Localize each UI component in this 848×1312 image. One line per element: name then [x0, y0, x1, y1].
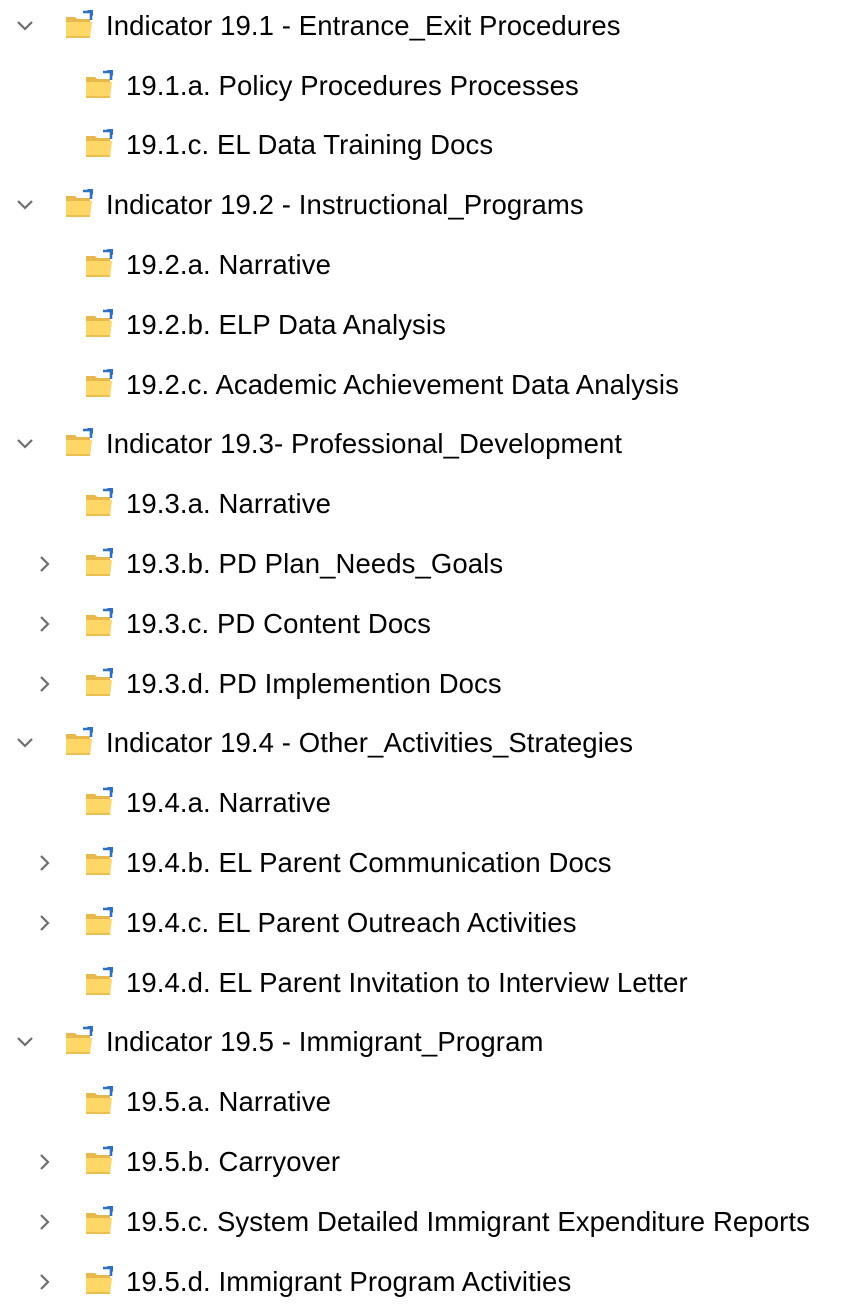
tree-node-label: 19.5.a. Narrative: [126, 1086, 331, 1118]
folder-sync-icon: [82, 966, 116, 1000]
chevron-down-icon[interactable]: [14, 194, 36, 216]
tree-node-label: Indicator 19.5 - Immigrant_Program: [106, 1026, 544, 1058]
folder-sync-icon: [62, 9, 96, 43]
tree-node-subfolder[interactable]: 19.5.c. System Detailed Immigrant Expend…: [0, 1192, 848, 1252]
tree-node-indicator[interactable]: Indicator 19.3- Professional_Development: [0, 415, 848, 475]
tree-node-indicator[interactable]: Indicator 19.2 - Instructional_Programs: [0, 175, 848, 235]
tree-node-subfolder[interactable]: 19.4.d. EL Parent Invitation to Intervie…: [0, 953, 848, 1013]
tree-node-label: 19.4.b. EL Parent Communication Docs: [126, 847, 612, 879]
tree-node-label: Indicator 19.1 - Entrance_Exit Procedure…: [106, 9, 621, 41]
chevron-right-icon[interactable]: [34, 553, 56, 575]
folder-sync-icon: [82, 1085, 116, 1119]
folder-tree: Indicator 19.1 - Entrance_Exit Procedure…: [0, 0, 848, 1312]
folder-sync-icon: [82, 368, 116, 402]
tree-node-subfolder[interactable]: 19.2.c. Academic Achievement Data Analys…: [0, 355, 848, 415]
tree-node-label: 19.1.a. Policy Procedures Processes: [126, 69, 579, 101]
tree-node-label: 19.3.a. Narrative: [126, 488, 331, 520]
tree-node-label: 19.2.b. ELP Data Analysis: [126, 308, 446, 340]
chevron-right-icon[interactable]: [34, 1211, 56, 1233]
tree-node-label: 19.3.b. PD Plan_Needs_Goals: [126, 548, 504, 580]
tree-node-label: Indicator 19.2 - Instructional_Programs: [106, 189, 584, 221]
folder-sync-icon: [82, 1145, 116, 1179]
tree-node-indicator[interactable]: Indicator 19.4 - Other_Activities_Strate…: [0, 714, 848, 774]
tree-node-subfolder[interactable]: 19.2.b. ELP Data Analysis: [0, 295, 848, 355]
folder-sync-icon: [82, 69, 116, 103]
tree-node-subfolder[interactable]: 19.1.a. Policy Procedures Processes: [0, 56, 848, 116]
tree-node-subfolder[interactable]: 19.5.a. Narrative: [0, 1072, 848, 1132]
folder-sync-icon: [62, 1025, 96, 1059]
tree-node-subfolder[interactable]: 19.1.c. EL Data Training Docs: [0, 116, 848, 176]
tree-node-subfolder[interactable]: 19.3.d. PD Implemention Docs: [0, 654, 848, 714]
folder-sync-icon: [82, 786, 116, 820]
folder-sync-icon: [82, 547, 116, 581]
chevron-right-icon[interactable]: [34, 613, 56, 635]
folder-sync-icon: [62, 188, 96, 222]
tree-node-indicator[interactable]: Indicator 19.5 - Immigrant_Program: [0, 1013, 848, 1073]
tree-node-subfolder[interactable]: 19.5.d. Immigrant Program Activities: [0, 1252, 848, 1312]
chevron-right-icon[interactable]: [34, 1271, 56, 1293]
chevron-right-icon[interactable]: [34, 673, 56, 695]
tree-node-subfolder[interactable]: 19.3.c. PD Content Docs: [0, 594, 848, 654]
tree-node-label: 19.5.c. System Detailed Immigrant Expend…: [126, 1205, 810, 1237]
tree-node-label: 19.5.d. Immigrant Program Activities: [126, 1265, 572, 1297]
tree-node-indicator[interactable]: Indicator 19.1 - Entrance_Exit Procedure…: [0, 0, 848, 56]
tree-node-subfolder[interactable]: 19.3.b. PD Plan_Needs_Goals: [0, 534, 848, 594]
chevron-right-icon[interactable]: [34, 912, 56, 934]
folder-sync-icon: [82, 667, 116, 701]
folder-sync-icon: [82, 846, 116, 880]
chevron-down-icon[interactable]: [14, 732, 36, 754]
chevron-down-icon[interactable]: [14, 1031, 36, 1053]
tree-node-subfolder[interactable]: 19.4.b. EL Parent Communication Docs: [0, 833, 848, 893]
folder-sync-icon: [82, 1265, 116, 1299]
tree-node-label: 19.5.b. Carryover: [126, 1146, 341, 1178]
folder-sync-icon: [62, 427, 96, 461]
tree-node-subfolder[interactable]: 19.3.a. Narrative: [0, 474, 848, 534]
folder-sync-icon: [82, 607, 116, 641]
folder-sync-icon: [82, 487, 116, 521]
folder-sync-icon: [82, 308, 116, 342]
chevron-right-icon[interactable]: [34, 1151, 56, 1173]
tree-node-label: 19.4.a. Narrative: [126, 787, 331, 819]
tree-node-subfolder[interactable]: 19.5.b. Carryover: [0, 1132, 848, 1192]
folder-sync-icon: [82, 1205, 116, 1239]
tree-node-label: 19.3.d. PD Implemention Docs: [126, 667, 502, 699]
chevron-down-icon[interactable]: [14, 433, 36, 455]
tree-node-label: 19.4.c. EL Parent Outreach Activities: [126, 906, 577, 938]
tree-node-label: 19.4.d. EL Parent Invitation to Intervie…: [126, 966, 688, 998]
tree-node-subfolder[interactable]: 19.4.a. Narrative: [0, 773, 848, 833]
tree-node-subfolder[interactable]: 19.4.c. EL Parent Outreach Activities: [0, 893, 848, 953]
tree-node-label: Indicator 19.4 - Other_Activities_Strate…: [106, 727, 634, 759]
tree-node-label: 19.1.c. EL Data Training Docs: [126, 129, 494, 161]
folder-sync-icon: [62, 726, 96, 760]
tree-node-label: Indicator 19.3- Professional_Development: [106, 428, 623, 460]
tree-node-label: 19.2.a. Narrative: [126, 249, 331, 281]
tree-node-label: 19.3.c. PD Content Docs: [126, 607, 431, 639]
tree-node-subfolder[interactable]: 19.2.a. Narrative: [0, 235, 848, 295]
folder-sync-icon: [82, 128, 116, 162]
tree-node-label: 19.2.c. Academic Achievement Data Analys…: [126, 368, 679, 400]
chevron-right-icon[interactable]: [34, 852, 56, 874]
chevron-down-icon[interactable]: [14, 15, 36, 37]
folder-sync-icon: [82, 248, 116, 282]
folder-sync-icon: [82, 906, 116, 940]
